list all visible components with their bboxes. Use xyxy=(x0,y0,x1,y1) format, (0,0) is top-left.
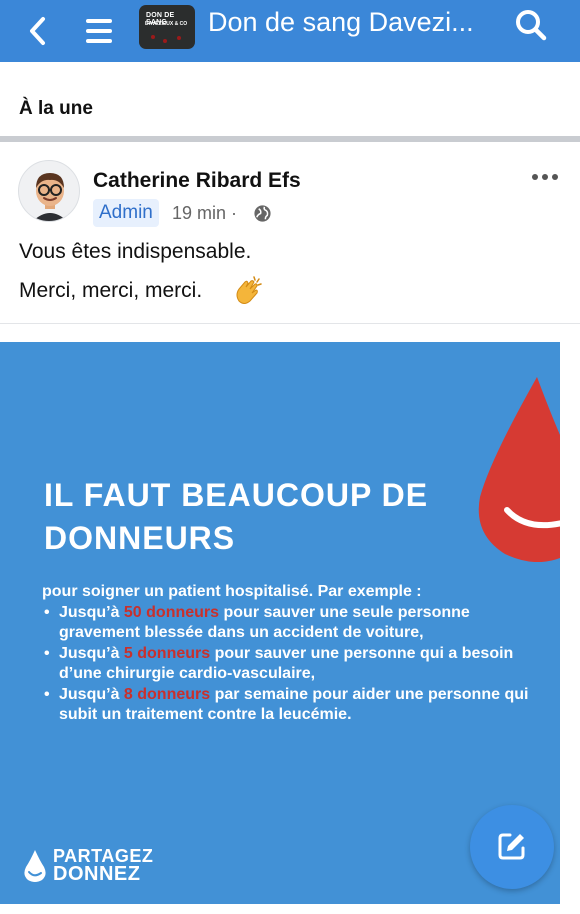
admin-badge: Admin xyxy=(93,199,159,227)
back-button[interactable] xyxy=(24,12,50,50)
logo-word: DONNEZ xyxy=(53,863,141,885)
group-thumbnail[interactable]: DON DE SANG DAVEZIEUX & CO xyxy=(139,5,195,49)
bottom-edge xyxy=(0,904,580,914)
compose-icon xyxy=(498,833,525,860)
group-thumbnail-subtext: DAVEZIEUX & CO xyxy=(145,21,188,27)
globe-icon xyxy=(254,205,271,222)
featured-section-header: À la une xyxy=(0,62,580,136)
memoji-avatar-icon xyxy=(33,173,67,221)
poster-bullet: Jusqu’à 50 donneurs pour sauver une seul… xyxy=(42,603,542,644)
chevron-left-icon xyxy=(30,17,45,45)
bullet-highlight: 8 donneurs xyxy=(123,685,211,703)
group-title[interactable]: Don de sang Davezi... xyxy=(208,7,474,38)
poster-bullet: Jusqu’à 5 donneurs pour sauver une perso… xyxy=(42,644,542,685)
bullet-highlight: 5 donneurs xyxy=(123,644,211,662)
post-image[interactable]: IL FAUT BEAUCOUP DE DONNEURS pour soigne… xyxy=(0,342,560,904)
dot xyxy=(542,174,548,180)
hamburger-icon-bar xyxy=(86,29,112,33)
blood-drop-icon xyxy=(478,377,560,562)
search-icon[interactable] xyxy=(514,8,548,42)
more-options-button[interactable] xyxy=(532,174,558,180)
post-author-name[interactable]: Catherine Ribard Efs xyxy=(93,169,301,193)
post-text-line: Vous êtes indispensable. xyxy=(19,240,252,263)
compose-button[interactable] xyxy=(470,805,554,889)
post-card: Catherine Ribard Efs Admin 19 min · Vous… xyxy=(0,142,580,324)
bullet-text: Jusqu’à xyxy=(59,685,124,703)
dot xyxy=(552,174,558,180)
poster-headline-line: DONNEURS xyxy=(44,520,236,556)
logo-drop-icon xyxy=(24,850,46,882)
dot xyxy=(532,174,538,180)
partagez-donnez-logo: PARTAGEZ DONNEZ xyxy=(22,845,153,890)
poster-headline: IL FAUT BEAUCOUP DE DONNEURS xyxy=(44,474,444,560)
poster-body: pour soigner un patient hospitalisé. Par… xyxy=(42,582,542,726)
bullet-text: Jusqu’à xyxy=(59,644,124,662)
post-text-line: Merci, merci, merci. xyxy=(19,279,203,302)
thumbnail-decoration xyxy=(151,35,155,39)
bullet-text: Jusqu’à xyxy=(59,603,124,621)
poster-intro: pour soigner un patient hospitalisé. Par… xyxy=(42,583,422,600)
thumbnail-decoration xyxy=(177,36,181,40)
avatar[interactable] xyxy=(18,160,80,222)
poster-headline-line: IL FAUT BEAUCOUP DE xyxy=(44,477,429,513)
hamburger-icon-bar xyxy=(86,39,112,43)
spacer xyxy=(0,324,580,342)
top-navigation-bar: DON DE SANG DAVEZIEUX & CO Don de sang D… xyxy=(0,0,580,62)
section-title: À la une xyxy=(19,98,93,119)
bullet-highlight: 50 donneurs xyxy=(123,603,220,621)
menu-button[interactable] xyxy=(86,12,114,50)
clapping-hands-icon xyxy=(236,276,262,304)
hamburger-icon-bar xyxy=(86,19,112,23)
poster-bullet: Jusqu’à 8 donneurs par semaine pour aide… xyxy=(42,685,542,726)
post-timestamp[interactable]: 19 min · xyxy=(172,203,237,224)
thumbnail-decoration xyxy=(163,39,167,43)
